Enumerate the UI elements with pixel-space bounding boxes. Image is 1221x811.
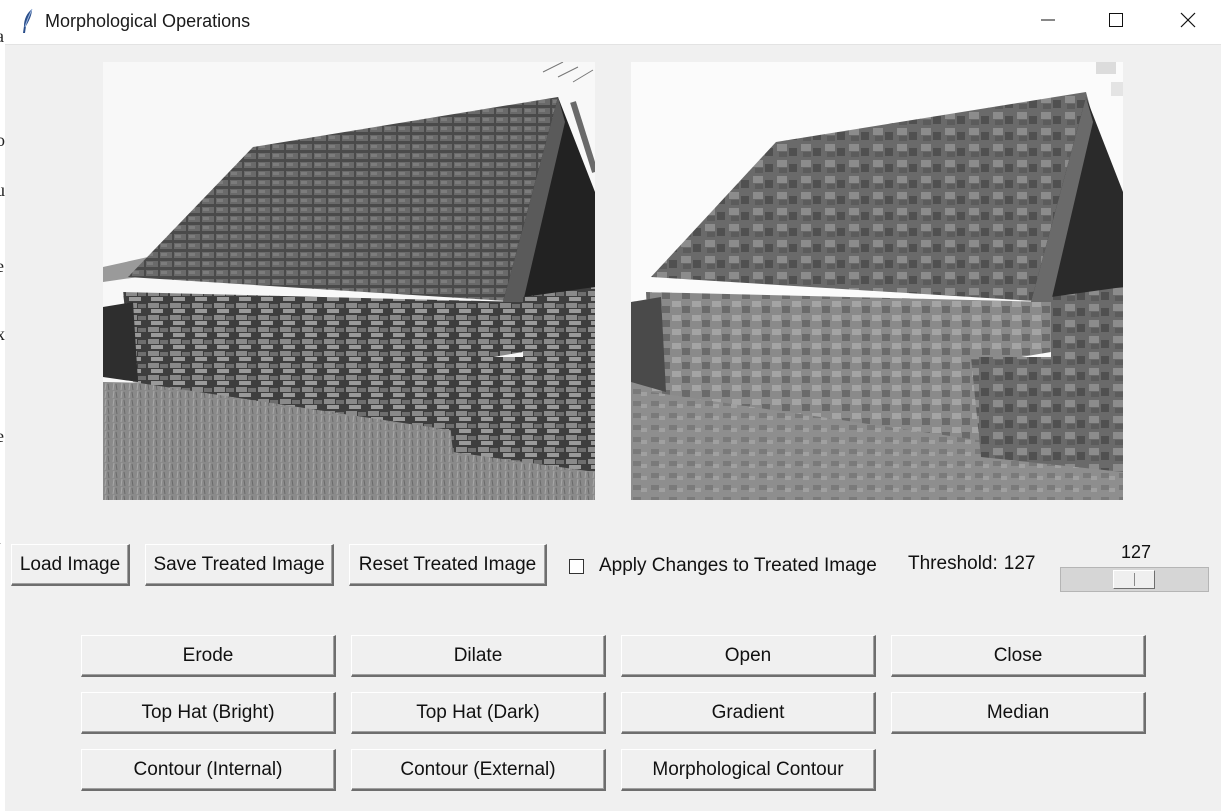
apply-changes-label: Apply Changes to Treated Image (599, 555, 877, 576)
threshold-label: Threshold: (908, 553, 998, 574)
checkbox-box[interactable] (569, 558, 584, 574)
erode-button[interactable]: Erode (81, 635, 336, 677)
median-button[interactable]: Median (891, 692, 1146, 734)
threshold-value: 127 (1003, 553, 1036, 574)
slider-thumb[interactable] (1113, 570, 1156, 589)
feather-icon (20, 8, 36, 34)
morphological-contour-button[interactable]: Morphological Contour (621, 749, 876, 791)
maximize-icon (1108, 12, 1124, 33)
close-button[interactable]: Close (891, 635, 1146, 677)
minimize-icon (1040, 12, 1056, 33)
load-image-button[interactable]: Load Image (11, 544, 130, 586)
dilate-button[interactable]: Dilate (351, 635, 606, 677)
close-button[interactable] (1155, 0, 1221, 44)
reset-treated-image-button[interactable]: Reset Treated Image (349, 544, 547, 586)
title-bar[interactable]: Morphological Operations (5, 0, 1221, 45)
slider-value: 127 (1121, 542, 1152, 562)
threshold-readout: Threshold: 127 (908, 553, 1035, 575)
background-glyph: i (0, 528, 1, 549)
treated-image (631, 62, 1123, 500)
close-icon (1180, 12, 1196, 33)
apply-changes-checkbox[interactable]: Apply Changes to Treated Image (569, 553, 877, 579)
threshold-slider[interactable] (1060, 567, 1209, 592)
minimize-button[interactable] (1015, 0, 1081, 44)
background-glyph: e (0, 426, 4, 447)
top-hat-bright-button[interactable]: Top Hat (Bright) (81, 692, 336, 734)
background-glyph: a (0, 26, 4, 47)
top-hat-dark-button[interactable]: Top Hat (Dark) (351, 692, 606, 734)
save-treated-image-button[interactable]: Save Treated Image (145, 544, 334, 586)
background-glyph: e (0, 256, 4, 277)
open-button[interactable]: Open (621, 635, 876, 677)
maximize-button[interactable] (1083, 0, 1149, 44)
contour-external-button[interactable]: Contour (External) (351, 749, 606, 791)
app-window: Morphological Operations Load Image Save… (5, 0, 1221, 811)
contour-internal-button[interactable]: Contour (Internal) (81, 749, 336, 791)
original-image (103, 62, 595, 500)
gradient-button[interactable]: Gradient (621, 692, 876, 734)
window-title: Morphological Operations (45, 11, 251, 31)
